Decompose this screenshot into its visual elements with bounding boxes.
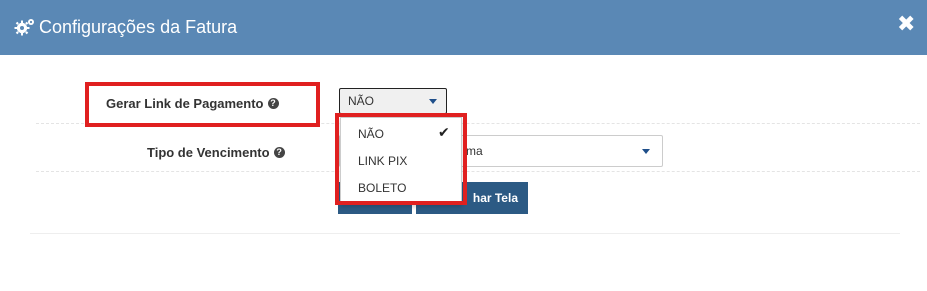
payment-link-select[interactable]: NÃO	[339, 88, 447, 114]
modal-title-text: Configurações da Fatura	[39, 16, 238, 37]
caret-down-icon	[429, 99, 437, 104]
help-icon[interactable]: ?	[273, 146, 285, 158]
caret-down-icon	[642, 149, 650, 154]
row-divider	[36, 171, 920, 172]
due-type-select-value: ma	[466, 144, 483, 158]
modal-header: Configurações da Fatura ✖	[0, 0, 927, 55]
modal-title: Configurações da Fatura	[14, 15, 237, 39]
payment-link-select-value: NÃO	[348, 94, 375, 108]
due-type-label: Tipo de Vencimento ?	[147, 144, 285, 160]
annotation-highlight-dropdown	[335, 113, 467, 205]
close-icon[interactable]: ✖	[897, 13, 915, 35]
help-icon[interactable]: ?	[267, 97, 279, 109]
close-screen-button-label: har Tela	[472, 191, 518, 205]
payment-link-label: Gerar Link de Pagamento ?	[106, 95, 279, 111]
gears-icon	[14, 17, 36, 37]
footer-divider	[30, 233, 900, 234]
payment-link-label-text: Gerar Link de Pagamento	[106, 95, 264, 111]
due-type-label-text: Tipo de Vencimento	[147, 144, 270, 160]
